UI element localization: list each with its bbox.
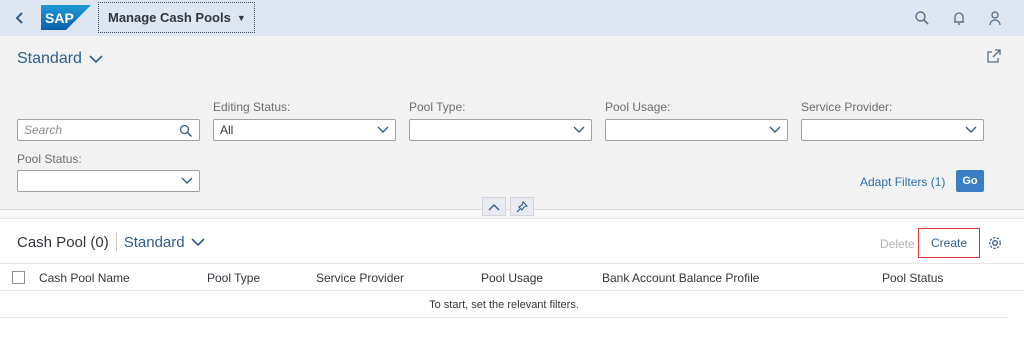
app-title: Manage Cash Pools <box>108 10 231 25</box>
adapt-filters-link[interactable]: Adapt Filters (1) <box>860 175 945 189</box>
table-variant-label: Standard <box>123 233 185 251</box>
cash-pool-table: Cash Pool (0) Standard Delete Create Cas… <box>0 218 1024 359</box>
column-header[interactable]: Pool Type <box>207 271 260 285</box>
chevron-down-icon <box>191 237 205 246</box>
table-toolbar-title: Cash Pool (0) Standard <box>17 233 205 251</box>
column-header[interactable]: Pool Usage <box>481 271 543 285</box>
table-header: Cash Pool Name Pool Type Service Provide… <box>0 263 1024 291</box>
table-title: Cash Pool (0) <box>17 233 109 251</box>
column-header[interactable]: Service Provider <box>316 271 404 285</box>
title-separator <box>115 233 117 251</box>
column-header[interactable]: Cash Pool Name <box>39 271 130 285</box>
search-input[interactable]: Search <box>17 119 200 141</box>
search-icon[interactable] <box>912 8 932 28</box>
create-label: Create <box>930 236 968 250</box>
variant-label: Standard <box>17 50 82 67</box>
pool-usage-select[interactable] <box>605 119 788 141</box>
chevron-down-icon <box>769 126 781 133</box>
pin-icon <box>516 200 528 212</box>
chevron-up-icon <box>488 203 500 210</box>
app-title-menu[interactable]: Manage Cash Pools ▼ <box>98 2 255 33</box>
table-bottom-border <box>0 317 1008 318</box>
pin-header-button[interactable] <box>510 197 534 216</box>
pool-type-label: Pool Type: <box>409 100 466 114</box>
table-variant-selector[interactable]: Standard <box>124 234 205 251</box>
empty-table-message: To start, set the relevant filters. <box>429 299 579 311</box>
back-icon[interactable] <box>8 6 32 30</box>
chevron-down-icon <box>377 126 389 133</box>
bell-icon[interactable] <box>949 8 969 28</box>
caret-down-icon: ▼ <box>236 12 246 23</box>
create-button[interactable]: Create <box>918 228 980 258</box>
user-icon[interactable] <box>985 8 1005 28</box>
chevron-down-icon <box>965 126 977 133</box>
pool-status-label: Pool Status: <box>17 152 82 166</box>
share-icon[interactable] <box>986 48 1002 64</box>
pool-usage-label: Pool Usage: <box>605 100 671 114</box>
variant-selector[interactable]: Standard <box>17 50 103 68</box>
gear-icon[interactable] <box>987 235 1003 251</box>
editing-status-value: All <box>220 123 234 137</box>
shell-bar: SAP Manage Cash Pools ▼ <box>0 0 1024 36</box>
pool-type-select[interactable] <box>409 119 592 141</box>
collapse-header-button[interactable] <box>482 197 506 216</box>
editing-status-label: Editing Status: <box>213 100 291 114</box>
delete-button[interactable]: Delete <box>880 237 915 251</box>
svg-text:SAP: SAP <box>45 10 74 26</box>
pool-status-select[interactable] <box>17 170 200 192</box>
column-header[interactable]: Pool Status <box>882 271 943 285</box>
select-all-checkbox[interactable] <box>12 271 25 284</box>
service-provider-select[interactable] <box>801 119 984 141</box>
service-provider-label: Service Provider: <box>801 100 893 114</box>
search-placeholder: Search <box>24 123 63 137</box>
search-icon[interactable] <box>179 124 193 138</box>
filter-bar: Standard Search Editing Status: All Pool… <box>0 36 1024 216</box>
chevron-down-icon <box>573 126 585 133</box>
chevron-down-icon <box>89 54 103 63</box>
column-header[interactable]: Bank Account Balance Profile <box>602 271 759 285</box>
go-button[interactable]: Go <box>956 170 984 192</box>
editing-status-select[interactable]: All <box>213 119 396 141</box>
sap-logo[interactable]: SAP <box>41 5 91 30</box>
chevron-down-icon <box>181 177 193 184</box>
